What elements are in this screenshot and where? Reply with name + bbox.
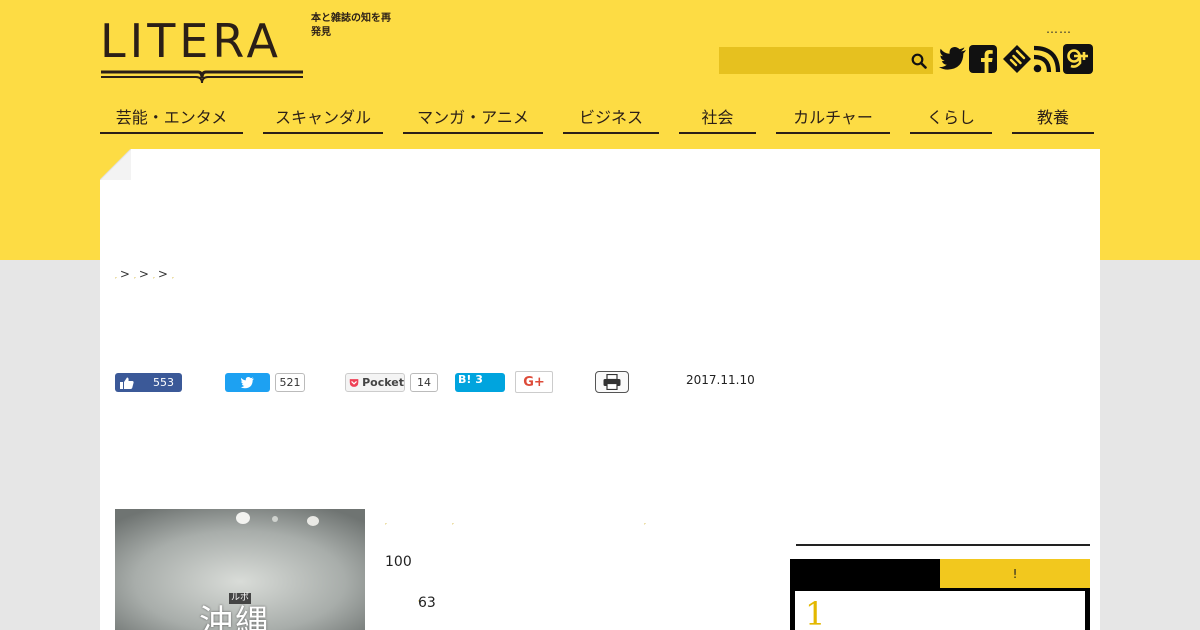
header-dots: …… [1046,22,1072,36]
logo-wordmark: LITERA [100,14,282,68]
book-cover-image: ルポ 沖縄 [115,509,365,630]
pocket-label: Pocket [362,376,404,389]
breadcrumb-link[interactable]: , [115,273,117,280]
facebook-like-count: 553 [153,376,174,389]
article-body-text-2: 63 [418,595,436,611]
print-button[interactable] [595,371,629,393]
rss-icon [1033,45,1061,73]
printer-icon [603,374,621,390]
nav-item-scandal[interactable]: スキャンダル [263,100,383,134]
article-date: 2017.11.10 [686,373,755,387]
ranking-tab-primary[interactable] [790,559,940,588]
hatena-label: B! 3 [458,373,483,386]
inline-link[interactable]: , [452,519,454,526]
nav-item-entertainment[interactable]: 芸能・エンタメ [100,100,243,134]
search-input[interactable] [719,47,909,74]
article-body-text: 100 [385,554,412,570]
logo-book-icon [101,70,303,84]
google-plus-button[interactable]: G+ [515,371,553,393]
pocket-icon [349,378,359,387]
breadcrumb-separator: > [157,267,168,281]
hatena-bookmark-button[interactable]: B! 3 [455,373,505,392]
twitter-link[interactable] [938,44,968,74]
nav-item-manga-anime[interactable]: マンガ・アニメ [403,100,543,134]
rss-link[interactable] [1032,44,1062,74]
breadcrumb-separator: > [138,267,149,281]
search-button[interactable] [907,50,931,72]
ranking-list: 1 [790,588,1090,630]
tweet-count: 521 [275,373,305,392]
nav-item-education[interactable]: 教養 [1012,100,1094,134]
nav-item-culture[interactable]: カルチャー [776,100,890,134]
breadcrumb-link[interactable]: , [172,273,174,280]
facebook-icon [969,45,997,73]
ranking-tabs: ! [790,559,1090,588]
ranking-tab-secondary[interactable]: ! [940,559,1090,588]
breadcrumb: , >, >, >, [115,267,174,281]
feedly-icon [1003,45,1031,73]
twitter-icon [939,47,966,70]
search-box [719,47,933,74]
facebook-link[interactable] [968,44,998,74]
search-icon [911,53,927,69]
feedly-link[interactable] [1002,44,1032,74]
inline-link[interactable]: , [644,519,646,526]
breadcrumb-link[interactable]: , [134,273,136,280]
inline-link[interactable]: , [385,519,387,526]
rank-number: 1 [805,595,826,630]
google-plus-link[interactable] [1063,44,1093,74]
pocket-button[interactable]: Pocket [345,373,405,392]
site-logo[interactable]: LITERA 本と雑誌の知を再発見 [100,12,391,86]
pocket-count: 14 [410,373,438,392]
thumbs-up-icon [120,377,134,389]
page-fold-corner [100,149,131,180]
site-tagline: 本と雑誌の知を再発見 [311,13,391,38]
nav-item-lifestyle[interactable]: くらし [910,100,992,134]
book-cover-title: 沖縄 [199,603,271,630]
tweet-button[interactable] [225,373,270,392]
article-card: , >, >, >, 553 521 Pocket 14 B! 3 G+ 201… [100,149,1100,630]
facebook-like-button[interactable]: 553 [115,373,182,392]
google-plus-icon [1063,44,1093,74]
breadcrumb-link[interactable]: , [153,273,155,280]
ranking-item[interactable]: 1 [795,591,1085,630]
nav-item-business[interactable]: ビジネス [563,100,659,134]
main-nav: 芸能・エンタメ スキャンダル マンガ・アニメ ビジネス 社会 カルチャー くらし… [100,100,1094,134]
sidebar-divider [796,544,1090,546]
google-plus-label: G+ [523,374,545,390]
nav-item-society[interactable]: 社会 [679,100,756,134]
breadcrumb-separator: > [119,267,130,281]
twitter-icon [240,376,254,388]
